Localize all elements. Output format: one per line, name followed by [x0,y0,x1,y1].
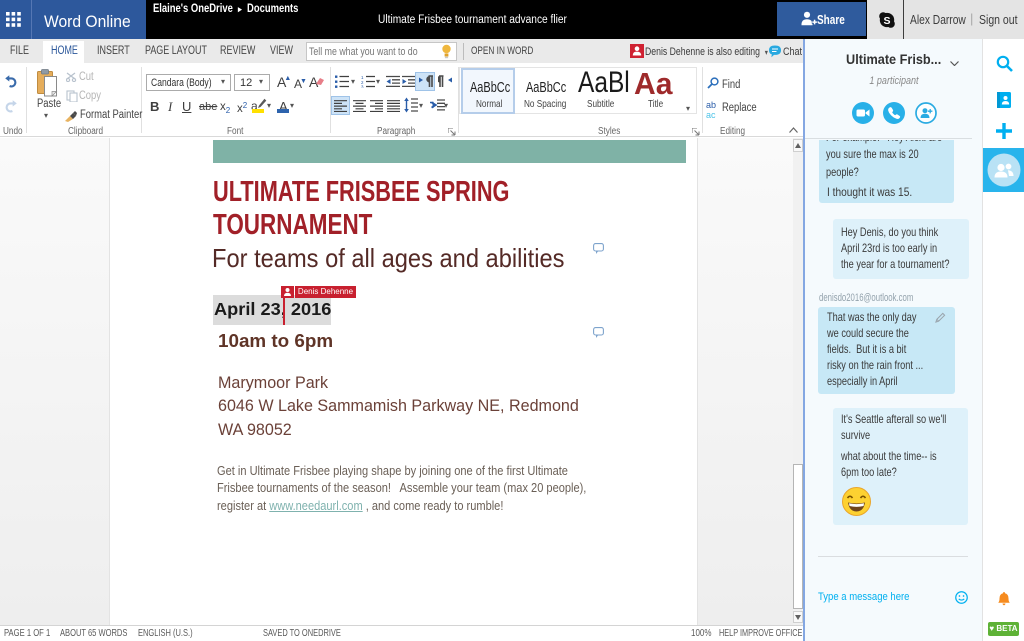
svg-text:3: 3 [361,85,364,89]
svg-text:S: S [883,15,890,27]
